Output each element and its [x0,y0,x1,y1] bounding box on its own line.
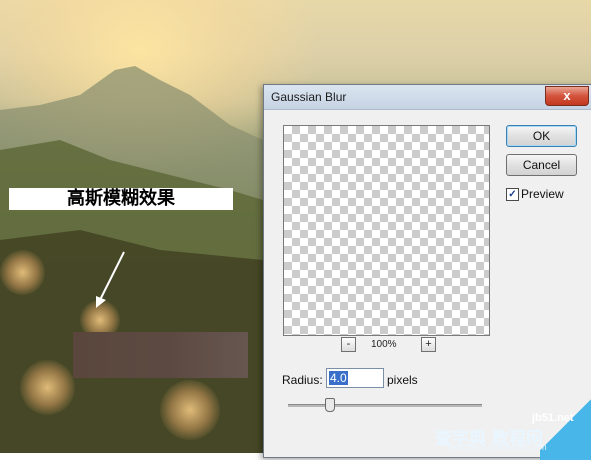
color-swatch [73,332,248,378]
preview-checkbox[interactable]: ✓ [506,188,519,201]
dialog-titlebar[interactable]: Gaussian Blur x [264,85,591,110]
zoom-level: 100% [371,339,397,350]
radius-label: Radius: [282,373,323,387]
arrow-icon [96,251,125,308]
preview-label: Preview [521,187,564,201]
close-button[interactable]: x [545,86,589,106]
caption-box: 高斯模糊效果 [9,188,233,210]
watermark-url: jiaocheng.chazidian.com [448,442,547,452]
preview-area[interactable] [283,125,490,336]
radius-unit: pixels [387,373,418,387]
caption-text: 高斯模糊效果 [67,188,175,209]
ok-button[interactable]: OK [506,125,577,147]
watermark-site: jb51.net [532,412,574,424]
zoom-in-button[interactable]: + [421,337,436,352]
radius-value: 4.0 [329,371,348,385]
blossom-cluster [160,380,220,440]
dialog-title: Gaussian Blur [271,90,347,104]
cancel-button[interactable]: Cancel [506,154,577,176]
blossom-cluster [20,360,75,415]
radius-slider-thumb[interactable] [325,398,335,412]
blossom-cluster [0,250,45,295]
zoom-out-button[interactable]: - [341,337,356,352]
radius-slider[interactable] [288,404,482,407]
radius-input[interactable]: 4.0 [326,368,384,388]
